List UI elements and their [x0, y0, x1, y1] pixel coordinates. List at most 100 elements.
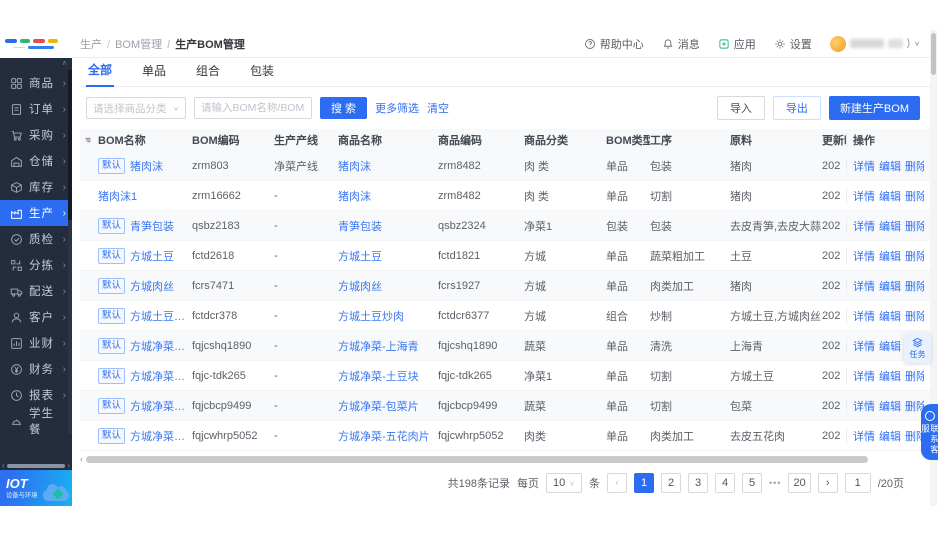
- bom-search-input[interactable]: [194, 97, 312, 119]
- delete-link[interactable]: 删除: [905, 368, 924, 384]
- page-button-4[interactable]: 4: [715, 473, 735, 493]
- bom-name-link[interactable]: 猪肉沫: [130, 158, 163, 174]
- clear-filters-link[interactable]: 清空: [427, 100, 449, 116]
- table-row[interactable]: 默认 方城肉丝 fcrs7471 - 方城肉丝 fcrs1927 方城 单品 肉类…: [80, 271, 930, 301]
- bom-name-link[interactable]: 方城净菜-五花肉片: [130, 428, 186, 444]
- help-center-button[interactable]: 帮助中心: [584, 36, 644, 52]
- edit-link[interactable]: 编辑: [879, 248, 901, 264]
- sidebar-item-11[interactable]: 财务 ›: [0, 356, 72, 382]
- bom-name-link[interactable]: 方城净菜-土豆块: [130, 368, 186, 384]
- product-name-link[interactable]: 方城土豆炒肉: [338, 308, 404, 324]
- table-row[interactable]: 默认 青笋包装 qsbz2183 - 青笋包装 qsbz2324 净菜1 包装 包…: [80, 211, 930, 241]
- sidebar-item-1[interactable]: 订单 ›: [0, 96, 72, 122]
- page-size-select[interactable]: 10 ∨: [546, 473, 582, 493]
- scroll-left-icon[interactable]: ‹: [2, 461, 5, 470]
- tab-2[interactable]: 组合: [194, 62, 222, 86]
- detail-link[interactable]: 详情: [853, 248, 875, 264]
- detail-link[interactable]: 详情: [853, 398, 875, 414]
- table-row[interactable]: 猪肉沫1 zrm16662 - 猪肉沫 zrm8482 肉 类 单品 切割 猪肉…: [80, 181, 930, 211]
- table-row[interactable]: 默认 方城土豆 fctd2618 - 方城土豆 fctd1821 方城 单品 蔬菜…: [80, 241, 930, 271]
- more-filters-link[interactable]: 更多筛选: [375, 100, 419, 116]
- prev-page-button[interactable]: ‹: [607, 473, 627, 493]
- bom-name-link[interactable]: 方城肉丝: [130, 278, 174, 294]
- detail-link[interactable]: 详情: [853, 158, 875, 174]
- breadcrumb-item-1[interactable]: BOM管理: [107, 36, 162, 52]
- delete-link[interactable]: 删除: [905, 308, 924, 324]
- edit-link[interactable]: 编辑: [879, 428, 901, 444]
- hscroll-thumb[interactable]: [86, 455, 868, 463]
- tab-3[interactable]: 包装: [248, 62, 276, 86]
- edit-link[interactable]: 编辑: [879, 308, 901, 324]
- sidebar-item-2[interactable]: 采购 ›: [0, 122, 72, 148]
- tab-1[interactable]: 单品: [140, 62, 168, 86]
- table-row[interactable]: 默认方城净菜-包菜片 fqjcbcp9499 - 方城净菜-包菜片 fqjcbc…: [80, 391, 930, 421]
- table-row[interactable]: 默认方城净菜-五花肉片 fqjcwhrp5052 - 方城净菜-五花肉片 fqj…: [80, 421, 930, 451]
- sidebar-item-0[interactable]: 商品 ›: [0, 70, 72, 96]
- column-filter-icon[interactable]: [84, 134, 92, 146]
- product-name-link[interactable]: 方城净菜-五花肉片: [338, 428, 430, 444]
- page-jump-input[interactable]: [844, 473, 871, 493]
- page-button-5[interactable]: 5: [742, 473, 762, 493]
- apps-button[interactable]: 应用: [718, 36, 756, 52]
- sidebar-item-5[interactable]: 生产 ›: [0, 200, 72, 226]
- scroll-right-icon[interactable]: ›: [67, 461, 70, 470]
- product-name-link[interactable]: 猪肉沫: [338, 158, 371, 174]
- last-page-button[interactable]: 20: [788, 473, 811, 493]
- product-name-link[interactable]: 方城净菜-包菜片: [338, 398, 419, 414]
- product-name-link[interactable]: 青笋包装: [338, 218, 382, 234]
- detail-link[interactable]: 详情: [853, 308, 875, 324]
- table-row[interactable]: 默认 猪肉沫 zrm803 净菜产线 猪肉沫 zrm8482 肉 类 单品 包装 …: [80, 151, 930, 181]
- next-page-button[interactable]: ›: [817, 473, 838, 493]
- export-button[interactable]: 导出: [772, 96, 821, 120]
- sidebar-scroll-up-icon[interactable]: [0, 58, 72, 70]
- sidebar-item-4[interactable]: 库存 ›: [0, 174, 72, 200]
- product-name-link[interactable]: 方城净菜-土豆块: [338, 368, 419, 384]
- tab-0[interactable]: 全部: [86, 61, 115, 87]
- detail-link[interactable]: 详情: [853, 428, 875, 444]
- bom-name-link[interactable]: 青笋包装: [130, 218, 174, 234]
- delete-link[interactable]: 删除: [905, 158, 924, 174]
- delete-link[interactable]: 删除: [905, 218, 924, 234]
- detail-link[interactable]: 详情: [853, 278, 875, 294]
- table-hscrollbar[interactable]: ‹: [80, 455, 930, 464]
- edit-link[interactable]: 编辑: [879, 338, 901, 354]
- search-button[interactable]: 搜 索: [320, 97, 368, 119]
- sidebar-hscrollbar[interactable]: ‹ ›: [0, 461, 72, 470]
- sidebar-item-10[interactable]: 业财 ›: [0, 330, 72, 356]
- edit-link[interactable]: 编辑: [879, 368, 901, 384]
- table-row[interactable]: 默认方城土豆炒肉 fctdcr378 - 方城土豆炒肉 fctdcr6377 方…: [80, 301, 930, 331]
- delete-link[interactable]: 删除: [905, 248, 924, 264]
- page-button-2[interactable]: 2: [661, 473, 681, 493]
- bom-name-link[interactable]: 方城净菜-上海青: [130, 338, 186, 354]
- edit-link[interactable]: 编辑: [879, 158, 901, 174]
- detail-link[interactable]: 详情: [853, 188, 875, 204]
- product-name-link[interactable]: 方城净菜-上海青: [338, 338, 419, 354]
- iot-banner[interactable]: IOT 设备与环境: [0, 470, 72, 506]
- bom-name-link[interactable]: 方城土豆: [130, 248, 174, 264]
- create-bom-button[interactable]: 新建生产BOM: [828, 96, 920, 120]
- table-row[interactable]: 默认方城净菜-上海青 fqjcshq1890 - 方城净菜-上海青 fqjcsh…: [80, 331, 930, 361]
- product-name-link[interactable]: 方城肉丝: [338, 278, 382, 294]
- edit-link[interactable]: 编辑: [879, 278, 901, 294]
- scroll-left-icon[interactable]: ‹: [80, 455, 83, 464]
- contact-support-button[interactable]: 联系客服: [921, 404, 938, 460]
- messages-button[interactable]: 消息: [662, 36, 700, 52]
- sidebar-item-3[interactable]: 仓储 ›: [0, 148, 72, 174]
- sidebar-item-8[interactable]: 配送 ›: [0, 278, 72, 304]
- sidebar-item-6[interactable]: 质检 ›: [0, 226, 72, 252]
- edit-link[interactable]: 编辑: [879, 398, 901, 414]
- edit-link[interactable]: 编辑: [879, 188, 901, 204]
- detail-link[interactable]: 详情: [853, 338, 875, 354]
- breadcrumb-item-0[interactable]: 生产: [80, 36, 102, 52]
- table-row[interactable]: 默认方城净菜-土豆块 fqjc-tdk265 - 方城净菜-土豆块 fqjc-t…: [80, 361, 930, 391]
- detail-link[interactable]: 详情: [853, 368, 875, 384]
- app-logo[interactable]: [0, 30, 72, 58]
- task-widget[interactable]: 任务: [904, 333, 931, 363]
- edit-link[interactable]: 编辑: [879, 218, 901, 234]
- delete-link[interactable]: 删除: [905, 188, 924, 204]
- settings-button[interactable]: 设置: [774, 36, 812, 52]
- page-button-3[interactable]: 3: [688, 473, 708, 493]
- page-button-1[interactable]: 1: [634, 473, 654, 493]
- import-button[interactable]: 导入: [716, 96, 765, 120]
- sidebar-item-7[interactable]: 分拣 ›: [0, 252, 72, 278]
